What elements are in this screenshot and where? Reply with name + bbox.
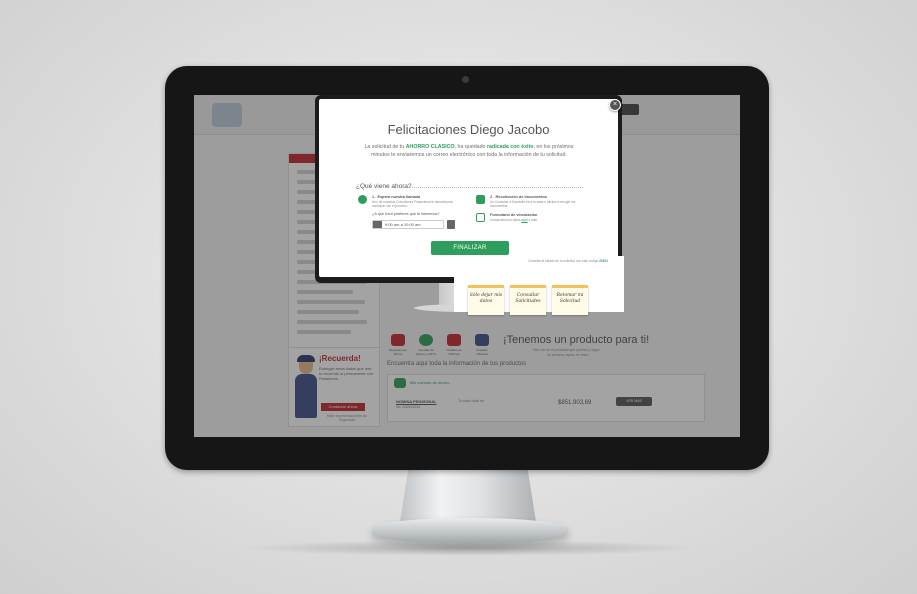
step-text: Comprueba tus datos aquí y más xyxy=(490,218,537,222)
headset-icon xyxy=(358,195,367,204)
calendar-icon xyxy=(373,221,382,228)
step-text: Uno de nuestros Consultores Financieros … xyxy=(372,200,453,208)
step-title: Formulario de vinculación xyxy=(490,213,538,217)
sticky-note-data[interactable]: Sólo dejar mis datos xyxy=(468,285,504,315)
request-code: 21601 xyxy=(599,259,608,263)
time-question: ¿A qué hora prefieres que te llamemos? xyxy=(372,212,440,216)
envelope-icon xyxy=(476,213,485,222)
divider xyxy=(403,187,583,188)
modal-message: La solicitud de tu AHORRO CLASICO, ha qu… xyxy=(364,144,574,158)
time-select[interactable]: 9:00 am a 10:00 am xyxy=(372,220,444,229)
delivery-icon xyxy=(476,195,485,204)
step-title: 1 - Espera nuestra llamada xyxy=(372,195,421,199)
sticky-note-requests[interactable]: Consultar Solicitudes xyxy=(510,285,546,315)
status-footer: Consulta el estado de tu solicitud con e… xyxy=(528,259,608,263)
time-stepper[interactable] xyxy=(447,220,455,229)
close-icon[interactable]: × xyxy=(609,99,621,111)
status-text: radicada con éxito xyxy=(486,144,534,150)
step-text: Un Consultor a Domicilio irá a tu casa u… xyxy=(490,200,576,208)
confirmation-modal: Felicitaciones Diego Jacobo La solicitud… xyxy=(319,99,618,277)
monitor-base xyxy=(372,518,568,544)
monitor-bezel: ¡Recuerda! Entregar estos datos que leer… xyxy=(165,66,769,470)
modal-title: Felicitaciones Diego Jacobo xyxy=(387,122,550,137)
sticky-note-resume[interactable]: Retomar mi Solicitud xyxy=(552,285,588,315)
product-name: AHORRO CLASICO xyxy=(405,144,455,150)
time-value: 9:00 am a 10:00 am xyxy=(385,222,421,227)
monitor-screen: ¡Recuerda! Entregar estos datos que leer… xyxy=(194,95,740,437)
step-title: 2 - Recolección de documentos xyxy=(490,195,547,199)
monitor-neck xyxy=(400,470,536,522)
camera-icon xyxy=(462,76,469,83)
finish-button[interactable]: FINALIZAR xyxy=(431,241,509,255)
